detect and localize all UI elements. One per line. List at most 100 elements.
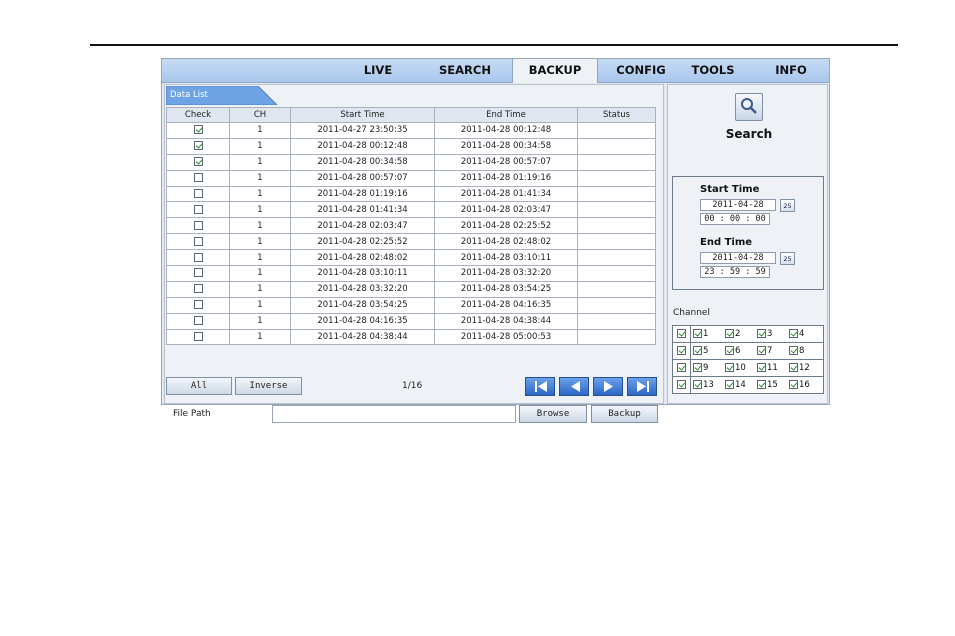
channel-option[interactable]: 15 bbox=[757, 380, 789, 390]
row-check-cell[interactable] bbox=[166, 233, 230, 251]
row-check-cell[interactable] bbox=[166, 249, 230, 267]
row-check-cell[interactable] bbox=[166, 217, 230, 235]
row-checkbox[interactable] bbox=[193, 204, 203, 214]
data-list-tab[interactable]: Data List bbox=[166, 86, 278, 105]
table-row[interactable]: 1 2011-04-28 01:41:34 2011-04-28 02:03:47 bbox=[166, 201, 656, 219]
table-row[interactable]: 1 2011-04-28 03:54:25 2011-04-28 04:16:35 bbox=[166, 296, 656, 314]
inverse-selection-button[interactable]: Inverse bbox=[235, 377, 302, 395]
row-check-cell[interactable] bbox=[166, 153, 230, 171]
row-check-cell[interactable] bbox=[166, 122, 230, 139]
channel-option[interactable]: 16 bbox=[789, 380, 821, 390]
channel-checkbox[interactable] bbox=[725, 380, 734, 389]
row-checkbox[interactable] bbox=[193, 332, 203, 342]
last-page-button[interactable] bbox=[627, 377, 657, 396]
end-date-calendar-icon[interactable]: 25 bbox=[780, 252, 795, 265]
table-row[interactable]: 1 2011-04-28 04:38:44 2011-04-28 05:00:53 bbox=[166, 328, 656, 346]
channel-checkbox[interactable] bbox=[693, 363, 702, 372]
row-check-cell[interactable] bbox=[166, 296, 230, 314]
start-date-calendar-icon[interactable]: 25 bbox=[780, 199, 795, 212]
row-checkbox[interactable] bbox=[193, 157, 203, 167]
channel-option[interactable]: 5 bbox=[693, 346, 725, 356]
row-checkbox[interactable] bbox=[193, 268, 203, 278]
row-check-cell[interactable] bbox=[166, 137, 230, 155]
channel-option[interactable]: 12 bbox=[789, 363, 821, 373]
channel-checkbox[interactable] bbox=[693, 346, 702, 355]
tab-backup[interactable]: BACKUP bbox=[512, 59, 598, 83]
select-all-button[interactable]: All bbox=[166, 377, 232, 395]
channel-option[interactable]: 8 bbox=[789, 346, 821, 356]
row-check-cell[interactable] bbox=[166, 201, 230, 219]
row-checkbox[interactable] bbox=[193, 173, 203, 183]
table-row[interactable]: 1 2011-04-28 00:34:58 2011-04-28 00:57:07 bbox=[166, 153, 656, 171]
tab-search[interactable]: SEARCH bbox=[434, 59, 496, 82]
table-row[interactable]: 1 2011-04-28 01:19:16 2011-04-28 01:41:34 bbox=[166, 185, 656, 203]
table-row[interactable]: 1 2011-04-28 02:03:47 2011-04-28 02:25:52 bbox=[166, 217, 656, 235]
row-check-cell[interactable] bbox=[166, 312, 230, 330]
row-checkbox[interactable] bbox=[193, 252, 203, 262]
row-checkbox[interactable] bbox=[193, 141, 203, 151]
table-row[interactable]: 1 2011-04-28 02:25:52 2011-04-28 02:48:02 bbox=[166, 233, 656, 251]
tab-info[interactable]: INFO bbox=[768, 59, 814, 82]
table-row[interactable]: 1 2011-04-28 03:10:11 2011-04-28 03:32:20 bbox=[166, 265, 656, 282]
channel-checkbox[interactable] bbox=[757, 363, 766, 372]
table-row[interactable]: 1 2011-04-28 04:16:35 2011-04-28 04:38:44 bbox=[166, 312, 656, 330]
channel-option[interactable]: 1 bbox=[693, 329, 725, 339]
start-time-field[interactable]: 00 : 00 : 00 bbox=[700, 213, 770, 225]
channel-checkbox[interactable] bbox=[757, 329, 766, 338]
channel-row-checkbox[interactable] bbox=[677, 329, 686, 338]
channel-checkbox[interactable] bbox=[789, 329, 798, 338]
channel-checkbox[interactable] bbox=[789, 346, 798, 355]
row-checkbox[interactable] bbox=[193, 300, 203, 310]
row-check-cell[interactable] bbox=[166, 328, 230, 346]
channel-option[interactable]: 3 bbox=[757, 329, 789, 339]
next-page-button[interactable] bbox=[593, 377, 623, 396]
row-checkbox[interactable] bbox=[193, 316, 203, 326]
channel-checkbox[interactable] bbox=[789, 380, 798, 389]
channel-checkbox[interactable] bbox=[693, 380, 702, 389]
tab-config[interactable]: CONFIG bbox=[610, 59, 672, 82]
tab-live[interactable]: LIVE bbox=[352, 59, 404, 82]
start-date-field[interactable]: 2011-04-28 bbox=[700, 199, 776, 211]
previous-page-button[interactable] bbox=[559, 377, 589, 396]
table-row[interactable]: 1 2011-04-28 03:32:20 2011-04-28 03:54:25 bbox=[166, 280, 656, 298]
file-path-input[interactable] bbox=[272, 405, 516, 423]
first-page-button[interactable] bbox=[525, 377, 555, 396]
channel-option[interactable]: 4 bbox=[789, 329, 821, 339]
row-checkbox[interactable] bbox=[193, 189, 203, 198]
channel-option[interactable]: 9 bbox=[693, 363, 725, 373]
channel-option[interactable]: 2 bbox=[725, 329, 757, 339]
row-checkbox[interactable] bbox=[193, 236, 203, 246]
channel-row-checkbox[interactable] bbox=[677, 363, 686, 372]
backup-button[interactable]: Backup bbox=[591, 405, 658, 423]
end-date-field[interactable]: 2011-04-28 bbox=[700, 252, 776, 264]
channel-row-checkbox[interactable] bbox=[677, 346, 686, 355]
tab-tools[interactable]: TOOLS bbox=[684, 59, 742, 82]
channel-option[interactable]: 13 bbox=[693, 380, 725, 390]
row-checkbox[interactable] bbox=[193, 220, 203, 230]
table-row[interactable]: 1 2011-04-27 23:50:35 2011-04-28 00:12:48 bbox=[166, 122, 656, 139]
channel-checkbox[interactable] bbox=[725, 346, 734, 355]
channel-checkbox[interactable] bbox=[757, 380, 766, 389]
channel-checkbox[interactable] bbox=[725, 329, 734, 338]
channel-row-checkbox[interactable] bbox=[677, 380, 686, 389]
channel-option[interactable]: 6 bbox=[725, 346, 757, 356]
channel-option[interactable]: 7 bbox=[757, 346, 789, 356]
channel-checkbox[interactable] bbox=[725, 363, 734, 372]
row-check-cell[interactable] bbox=[166, 169, 230, 187]
row-check-cell[interactable] bbox=[166, 185, 230, 203]
channel-option[interactable]: 11 bbox=[757, 363, 789, 373]
channel-option[interactable]: 10 bbox=[725, 363, 757, 373]
browse-button[interactable]: Browse bbox=[519, 405, 587, 423]
channel-checkbox[interactable] bbox=[693, 329, 702, 338]
channel-option[interactable]: 14 bbox=[725, 380, 757, 390]
row-check-cell[interactable] bbox=[166, 265, 230, 282]
end-time-field[interactable]: 23 : 59 : 59 bbox=[700, 266, 770, 278]
search-button[interactable]: Search bbox=[726, 93, 772, 153]
channel-checkbox[interactable] bbox=[757, 346, 766, 355]
table-row[interactable]: 1 2011-04-28 00:12:48 2011-04-28 00:34:58 bbox=[166, 137, 656, 155]
row-checkbox[interactable] bbox=[193, 125, 203, 135]
table-row[interactable]: 1 2011-04-28 00:57:07 2011-04-28 01:19:16 bbox=[166, 169, 656, 187]
table-row[interactable]: 1 2011-04-28 02:48:02 2011-04-28 03:10:11 bbox=[166, 249, 656, 267]
row-checkbox[interactable] bbox=[193, 284, 203, 294]
channel-checkbox[interactable] bbox=[789, 363, 798, 372]
